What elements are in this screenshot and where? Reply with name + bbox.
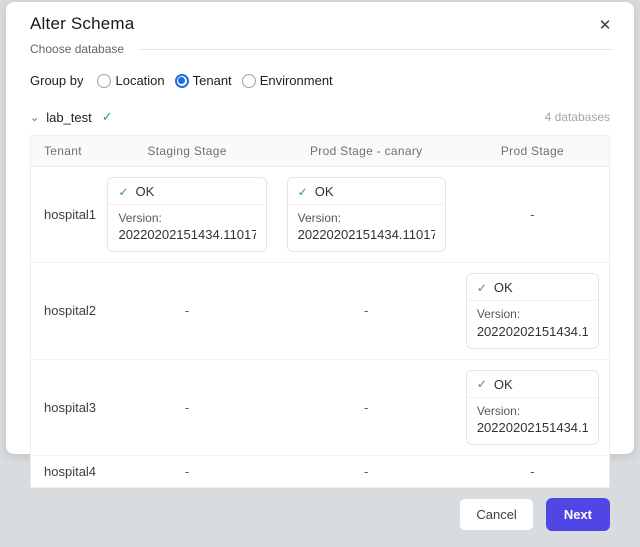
database-count-label: 4 databases bbox=[545, 110, 610, 124]
database-group-row: ⌄ lab_test ✓ 4 databases bbox=[30, 109, 610, 125]
version-label: Version: bbox=[477, 403, 588, 420]
prod-cell: - bbox=[456, 456, 609, 487]
tenant-name: hospital1 bbox=[31, 167, 97, 263]
prod-canary-cell: - bbox=[277, 263, 456, 359]
status-card: ✓ OK Version: 20220202151434.11017 bbox=[466, 370, 599, 445]
empty-value: - bbox=[185, 464, 189, 479]
staging-cell: - bbox=[97, 456, 276, 487]
status-card: ✓ OK Version: 20220202151434.11017 bbox=[466, 273, 599, 348]
column-header-prod-canary: Prod Stage - canary bbox=[277, 136, 456, 167]
prod-canary-cell: - bbox=[277, 360, 456, 456]
status-badge: OK bbox=[315, 184, 334, 199]
page-title: Alter Schema bbox=[30, 14, 614, 34]
dialog-subtitle: Choose database bbox=[30, 42, 124, 56]
close-icon[interactable]: ✕ bbox=[592, 12, 618, 38]
tenant-name: hospital4 bbox=[31, 456, 97, 487]
radio-location[interactable]: Location bbox=[97, 73, 164, 88]
prod-cell: ✓ OK Version: 20220202151434.11017 bbox=[456, 263, 609, 359]
dialog-subtitle-row: Choose database bbox=[30, 42, 614, 56]
schema-status-table: Tenant Staging Stage Prod Stage - canary… bbox=[30, 135, 610, 488]
table-row: hospital4 - - - bbox=[31, 456, 609, 487]
column-header-prod: Prod Stage bbox=[456, 136, 609, 167]
alter-schema-dialog: Alter Schema ✕ Choose database Group by … bbox=[6, 2, 634, 454]
status-badge: OK bbox=[136, 184, 155, 199]
staging-cell: - bbox=[97, 360, 276, 456]
empty-value: - bbox=[364, 303, 368, 318]
empty-value: - bbox=[185, 303, 189, 318]
radio-environment-circle bbox=[242, 74, 256, 88]
radio-tenant-circle bbox=[175, 74, 189, 88]
radio-location-circle bbox=[97, 74, 111, 88]
dialog-footer: Cancel Next bbox=[6, 488, 634, 547]
version-value: 20220202151434.11017 bbox=[118, 227, 255, 244]
group-by-label: Group by bbox=[30, 73, 83, 88]
status-card: ✓ OK Version: 20220202151434.11017 bbox=[107, 177, 266, 252]
tenant-name: hospital3 bbox=[31, 360, 97, 456]
version-label: Version: bbox=[118, 210, 255, 227]
radio-environment[interactable]: Environment bbox=[242, 73, 333, 88]
prod-canary-cell: - bbox=[277, 456, 456, 487]
radio-tenant[interactable]: Tenant bbox=[175, 73, 232, 88]
version-label: Version: bbox=[298, 210, 435, 227]
radio-location-label: Location bbox=[115, 73, 164, 88]
version-value: 20220202151434.11017 bbox=[298, 227, 435, 244]
table-header-row: Tenant Staging Stage Prod Stage - canary… bbox=[31, 136, 609, 167]
table-row: hospital3 - - ✓ OK Version: 202202021514… bbox=[31, 360, 609, 456]
check-icon: ✓ bbox=[477, 281, 487, 295]
staging-cell: ✓ OK Version: 20220202151434.11017 bbox=[97, 167, 276, 263]
status-badge: OK bbox=[494, 377, 513, 392]
empty-value: - bbox=[364, 400, 368, 415]
table-row: hospital1 ✓ OK Version: 20220202151434.1… bbox=[31, 167, 609, 263]
status-badge: OK bbox=[494, 280, 513, 295]
table-row: hospital2 - - ✓ OK Version: 202202021514… bbox=[31, 263, 609, 359]
tenant-name: hospital2 bbox=[31, 263, 97, 359]
empty-value: - bbox=[530, 207, 534, 222]
status-card: ✓ OK Version: 20220202151434.11017 bbox=[287, 177, 446, 252]
version-value: 20220202151434.11017 bbox=[477, 324, 588, 341]
empty-value: - bbox=[185, 400, 189, 415]
check-icon: ✓ bbox=[477, 377, 487, 391]
column-header-tenant: Tenant bbox=[31, 136, 97, 167]
empty-value: - bbox=[530, 464, 534, 479]
empty-value: - bbox=[364, 464, 368, 479]
check-icon: ✓ bbox=[298, 185, 308, 199]
radio-environment-label: Environment bbox=[260, 73, 333, 88]
database-group-toggle[interactable]: ⌄ lab_test ✓ bbox=[30, 109, 113, 125]
prod-cell: - bbox=[456, 167, 609, 263]
radio-tenant-label: Tenant bbox=[193, 73, 232, 88]
check-icon: ✓ bbox=[118, 185, 128, 199]
version-value: 20220202151434.11017 bbox=[477, 420, 588, 437]
staging-cell: - bbox=[97, 263, 276, 359]
dialog-header: Alter Schema ✕ Choose database bbox=[6, 2, 634, 56]
cancel-button[interactable]: Cancel bbox=[459, 498, 533, 531]
database-group-name: lab_test bbox=[46, 110, 92, 125]
prod-canary-cell: ✓ OK Version: 20220202151434.11017 bbox=[277, 167, 456, 263]
chevron-down-icon[interactable]: ⌄ bbox=[30, 111, 39, 124]
column-header-staging: Staging Stage bbox=[97, 136, 276, 167]
prod-cell: ✓ OK Version: 20220202151434.11017 bbox=[456, 360, 609, 456]
subtitle-divider bbox=[138, 49, 614, 50]
version-label: Version: bbox=[477, 306, 588, 323]
group-by-row: Group by Location Tenant Environment bbox=[30, 73, 610, 88]
database-group-check-icon: ✓ bbox=[102, 109, 113, 125]
next-button[interactable]: Next bbox=[546, 498, 610, 531]
dialog-body: Group by Location Tenant Environment ⌄ l… bbox=[6, 56, 634, 488]
